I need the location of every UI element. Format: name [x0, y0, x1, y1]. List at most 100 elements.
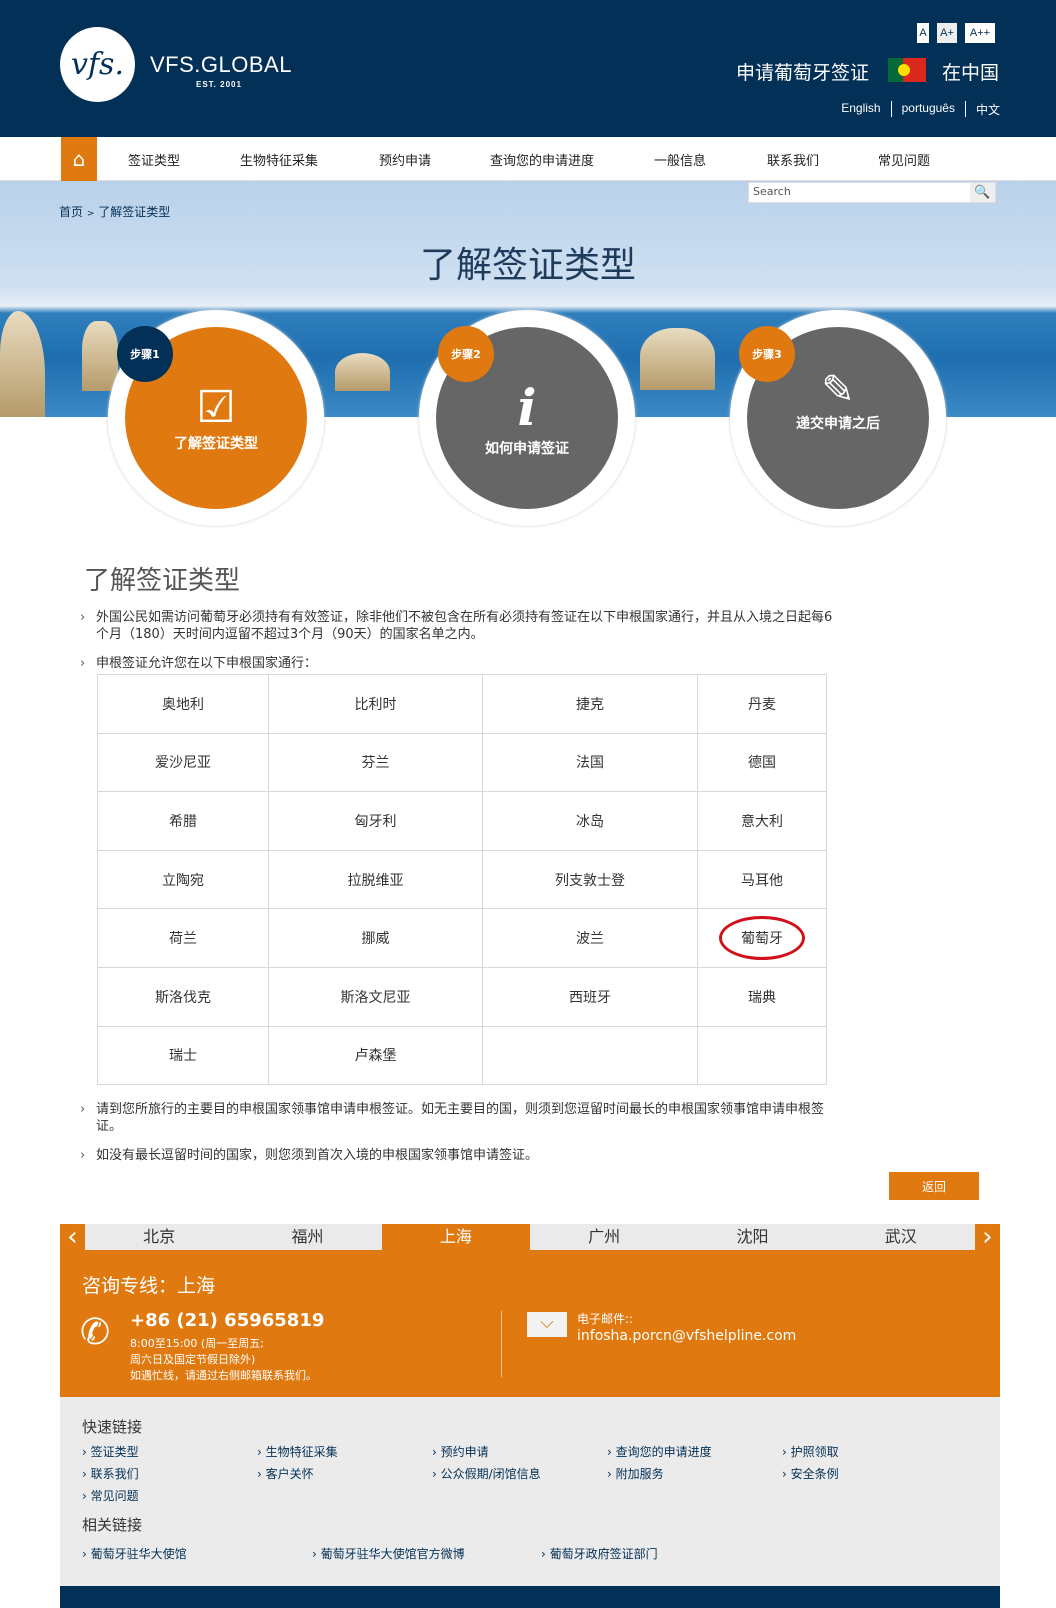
divider	[890, 101, 892, 117]
cities-prev-arrow-icon[interactable]: ‹	[60, 1224, 85, 1250]
nav-visa-types[interactable]: 签证类型	[128, 150, 180, 169]
divider	[501, 1311, 502, 1377]
home-icon[interactable]: ⌂	[61, 137, 97, 181]
related-link[interactable]: 葡萄牙驻华大使馆	[82, 1545, 187, 1562]
country-name: 瑞士	[169, 1048, 197, 1065]
footer-links: 快速链接 签证类型 生物特征采集 预约申请 查询您的申请进度 护照领取联系我们 客户关怀 公…	[60, 1397, 1000, 1586]
bullet-text: 外国公民如需访问葡萄牙必须持有有效签证，除非他们不被包含在所有必须持有签证在以下…	[80, 609, 840, 643]
font-size-normal-button[interactable]: A	[917, 23, 929, 43]
nav-track-application[interactable]: 查询您的申请进度	[490, 150, 594, 169]
city-tab-beijing[interactable]: 北京	[85, 1224, 233, 1250]
quick-link[interactable]: 护照领取	[782, 1443, 839, 1460]
city-tab-fuzhou[interactable]: 福州	[233, 1224, 381, 1250]
site-header: vfs. VFS.GLOBAL EST. 2001 A A+ A++ 申请葡萄牙…	[0, 0, 1056, 137]
nav-biometrics[interactable]: 生物特征采集	[240, 150, 318, 169]
nav-general-info[interactable]: 一般信息	[654, 150, 706, 169]
country-name: 斯洛文尼亚	[340, 989, 411, 1006]
quick-link[interactable]: 客户关怀	[257, 1465, 314, 1482]
back-button[interactable]: 返回	[889, 1172, 979, 1200]
country-cell: 斯洛伐克	[97, 966, 269, 1027]
step-badge: 步骤2	[438, 326, 494, 382]
lang-portuguese[interactable]: português	[902, 101, 955, 118]
country-cell: 比利时	[268, 674, 483, 734]
phone-number: +86 (21) 65965819	[130, 1310, 325, 1331]
country-name: 瑞典	[748, 989, 776, 1006]
country-name: 立陶宛	[162, 872, 204, 889]
country-cell: 荷兰	[97, 908, 269, 968]
country-cell	[482, 1025, 698, 1086]
quick-link[interactable]: 联系我们	[82, 1465, 139, 1482]
country-cell: 葡萄牙	[697, 908, 827, 968]
country-name: 卢森堡	[354, 1048, 397, 1065]
breadcrumb: 首页 > 了解签证类型	[59, 203, 170, 220]
email-link[interactable]: infosha.porcn@vfshelpline.com	[577, 1328, 796, 1344]
city-tab-shenyang[interactable]: 沈阳	[678, 1224, 826, 1250]
hours-line: 8:00至15:00 (周一至周五;	[130, 1337, 264, 1350]
pencil-icon: ✎	[821, 367, 855, 413]
country-cell: 立陶宛	[97, 849, 269, 910]
country-name: 意大利	[741, 813, 783, 830]
bullet-text: 如没有最长逗留时间的国家，则您须到首次入境的申根国家领事馆申请签证。	[80, 1147, 840, 1164]
country-name: 丹麦	[748, 696, 776, 713]
font-size-large-button[interactable]: A+	[937, 23, 957, 43]
country-name: 荷兰	[169, 931, 197, 948]
city-tab-guangzhou[interactable]: 广州	[530, 1224, 678, 1250]
lang-english[interactable]: English	[841, 101, 880, 118]
step-label: 了解签证类型	[174, 436, 258, 452]
breadcrumb-sep: >	[86, 209, 95, 219]
nav-contact[interactable]: 联系我们	[767, 150, 819, 169]
country-cell: 意大利	[697, 791, 827, 851]
brand-name: VFS.GLOBAL	[150, 52, 292, 77]
country-name: 爱沙尼亚	[155, 755, 211, 772]
quick-link[interactable]: 附加服务	[607, 1465, 664, 1482]
country-cell: 挪威	[268, 908, 483, 968]
site-country: 在中国	[942, 62, 1000, 84]
search-input[interactable]: Search	[748, 182, 996, 203]
country-cell: 丹麦	[697, 674, 827, 734]
quick-link[interactable]: 查询您的申请进度	[607, 1443, 712, 1460]
quick-link[interactable]: 预约申请	[432, 1443, 489, 1460]
portugal-flag-icon	[888, 58, 926, 82]
site-title: 申请葡萄牙签证	[736, 62, 870, 84]
rock-image	[335, 353, 390, 391]
country-name: 拉脱维亚	[347, 872, 404, 889]
language-switcher: English português 中文	[841, 101, 1000, 118]
city-tab-wuhan[interactable]: 武汉	[827, 1224, 975, 1250]
breadcrumb-current: 了解签证类型	[98, 205, 171, 219]
quick-link[interactable]: 生物特征采集	[257, 1443, 338, 1460]
related-link[interactable]: 葡萄牙政府签证部门	[541, 1545, 658, 1562]
country-cell: 波兰	[482, 908, 698, 968]
country-cell: 奥地利	[97, 674, 269, 734]
country-cell: 捷克	[482, 674, 698, 734]
nav-faq[interactable]: 常见问题	[878, 150, 930, 169]
quick-link[interactable]: 公众假期/闭馆信息	[432, 1465, 541, 1482]
step-badge: 步骤3	[739, 326, 795, 382]
quick-link[interactable]: 安全条例	[782, 1465, 839, 1482]
table-row: 希腊 匈牙利 冰岛 意大利	[97, 791, 827, 851]
country-name: 希腊	[169, 813, 197, 830]
nav-appointment[interactable]: 预约申请	[379, 150, 431, 169]
table-row: 荷兰 挪威 波兰 葡萄牙	[97, 908, 827, 968]
cities-next-arrow-icon[interactable]: ›	[975, 1224, 1000, 1250]
country-cell: 芬兰	[268, 732, 483, 793]
step-badge: 步骤1	[117, 326, 173, 382]
quick-link[interactable]: 常见问题	[82, 1487, 139, 1504]
step-label: 如何申请签证	[485, 441, 569, 457]
city-tab-shanghai[interactable]: 上海	[381, 1224, 530, 1250]
quick-link[interactable]: 签证类型	[82, 1443, 139, 1460]
country-cell	[697, 1025, 827, 1086]
font-size-xlarge-button[interactable]: A++	[965, 23, 995, 43]
search-icon[interactable]: 🔍	[970, 183, 995, 202]
breadcrumb-home[interactable]: 首页	[59, 205, 83, 219]
table-row: 爱沙尼亚 芬兰 法国 德国	[97, 732, 827, 793]
country-name: 法国	[576, 755, 604, 772]
brand-est: EST. 2001	[196, 80, 242, 89]
related-link[interactable]: 葡萄牙驻华大使馆官方微博	[312, 1545, 465, 1562]
table-row: 立陶宛 拉脱维亚 列支敦士登 马耳他	[97, 849, 827, 910]
bullet-text: 申根签证允许您在以下申根国家通行：	[80, 655, 840, 672]
hours-line: 如遇忙线，请通过右侧邮箱联系我们。	[130, 1369, 317, 1382]
lang-chinese[interactable]: 中文	[976, 101, 1000, 118]
vfs-logo[interactable]: vfs.	[60, 27, 135, 102]
rock-image	[0, 311, 45, 417]
quick-links-title: 快速链接	[82, 1418, 143, 1436]
